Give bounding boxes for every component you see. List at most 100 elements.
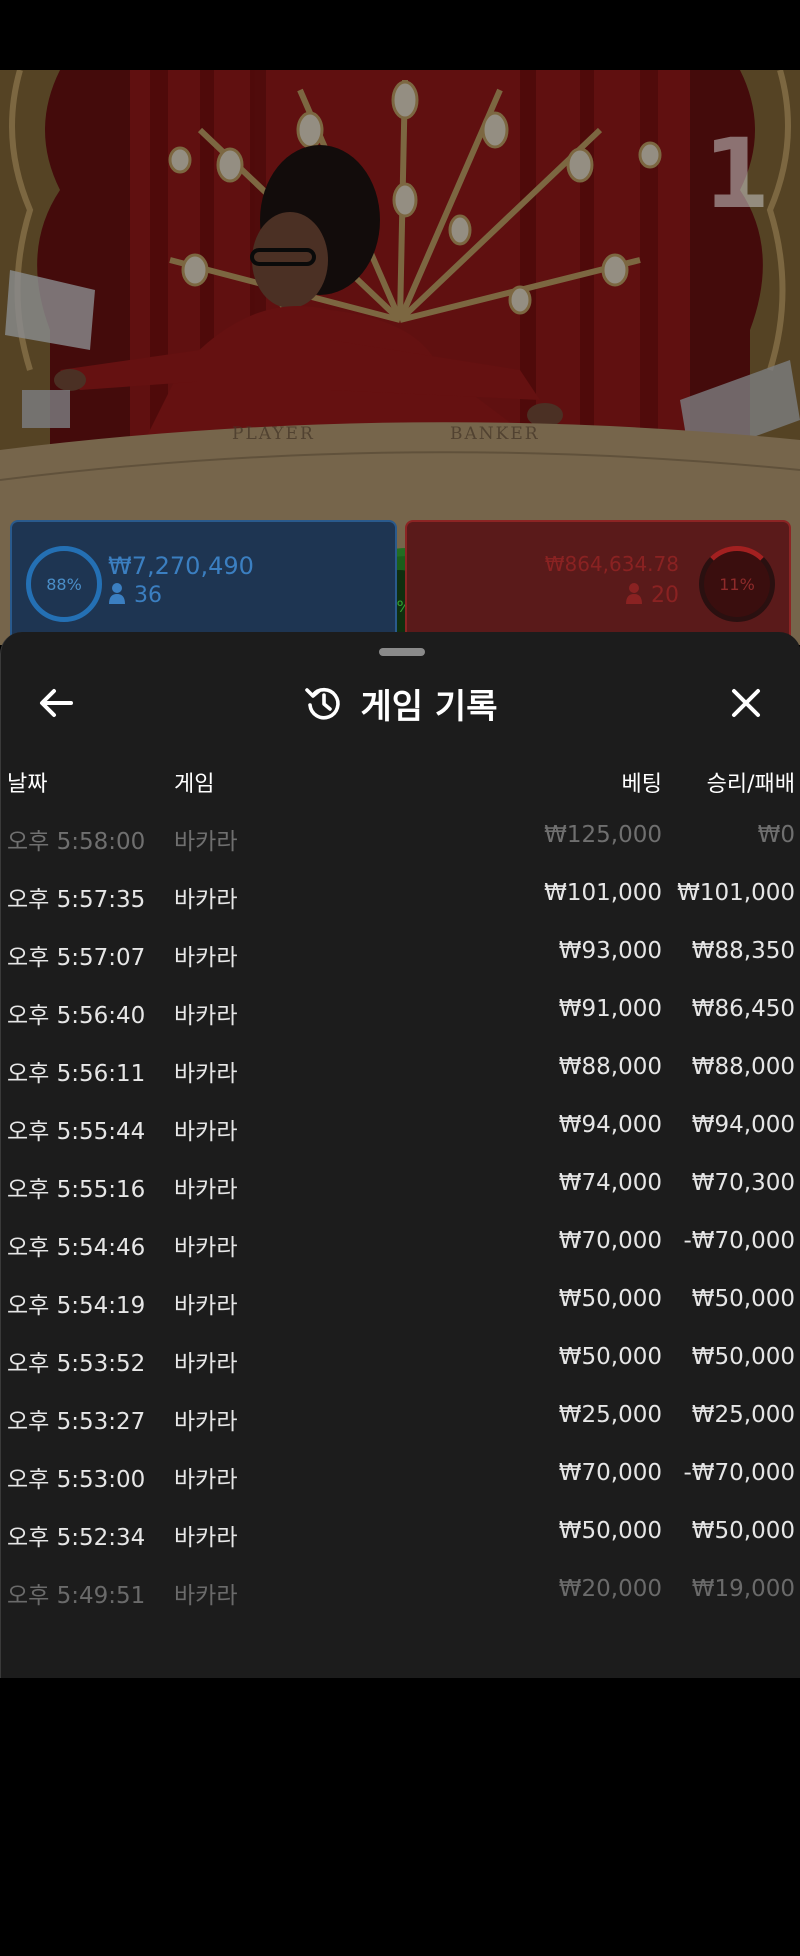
banker-percentage-ring: 11% bbox=[699, 546, 775, 622]
row-bet: ₩125,000 bbox=[544, 822, 662, 848]
history-row[interactable]: 오후 5:55:44 바카라 ₩94,000 ₩94,000 bbox=[1, 1098, 800, 1156]
banker-bettor-count-value: 20 bbox=[651, 583, 679, 608]
row-bet: ₩50,000 bbox=[558, 1344, 662, 1370]
row-game: 바카라 bbox=[174, 1293, 238, 1319]
row-bet: ₩93,000 bbox=[558, 938, 662, 964]
row-result: ₩88,000 bbox=[691, 1054, 795, 1080]
banker-bet-panel[interactable]: ₩864,634.78 20 11% bbox=[405, 520, 791, 644]
row-game: 바카라 bbox=[174, 1583, 238, 1609]
row-bet: ₩101,000 bbox=[544, 880, 662, 906]
player-bettor-count-value: 36 bbox=[134, 583, 162, 608]
row-result: ₩86,450 bbox=[691, 996, 795, 1022]
row-result: ₩70,300 bbox=[691, 1170, 795, 1196]
history-row[interactable]: 오후 5:53:52 바카라 ₩50,000 ₩50,000 bbox=[1, 1330, 800, 1388]
history-clock-icon bbox=[304, 687, 340, 720]
row-game: 바카라 bbox=[174, 1235, 238, 1261]
row-game: 바카라 bbox=[174, 1177, 238, 1203]
row-result: ₩25,000 bbox=[691, 1402, 795, 1428]
row-game: 바카라 bbox=[174, 1351, 238, 1377]
history-list: 오후 5:58:00 바카라 ₩125,000 ₩0 오후 5:57:35 바카라 ₩101… bbox=[1, 808, 800, 1620]
person-icon bbox=[626, 583, 642, 604]
row-date: 오후 5:54:19 bbox=[7, 1293, 146, 1319]
column-header-date: 날짜 bbox=[7, 772, 48, 797]
row-date: 오후 5:49:51 bbox=[7, 1583, 146, 1609]
close-button[interactable] bbox=[725, 682, 767, 724]
app-screen: PLAYER BANKER 1 1% 88% ₩7,270,490 36 ₩86… bbox=[0, 0, 800, 1956]
row-game: 바카라 bbox=[174, 1525, 238, 1551]
row-game: 바카라 bbox=[174, 945, 238, 971]
history-row[interactable]: 오후 5:52:34 바카라 ₩50,000 ₩50,000 bbox=[1, 1504, 800, 1562]
row-bet: ₩91,000 bbox=[558, 996, 662, 1022]
sheet-title-group: 게임 기록 bbox=[1, 668, 800, 738]
player-total-amount: ₩7,270,490 bbox=[108, 552, 254, 580]
row-result: -₩70,000 bbox=[683, 1460, 795, 1486]
history-column-headers: 날짜 게임 베팅 승리/패배 bbox=[1, 760, 800, 800]
row-date: 오후 5:55:16 bbox=[7, 1177, 146, 1203]
history-row[interactable]: 오후 5:58:00 바카라 ₩125,000 ₩0 bbox=[1, 808, 800, 866]
row-bet: ₩94,000 bbox=[558, 1112, 662, 1138]
row-date: 오후 5:54:46 bbox=[7, 1235, 146, 1261]
row-date: 오후 5:52:34 bbox=[7, 1525, 146, 1551]
row-result: ₩19,000 bbox=[691, 1576, 795, 1602]
game-history-sheet: 게임 기록 날짜 게임 베팅 승리/패배 오후 5:58:00 바카라 ₩125,0… bbox=[0, 632, 800, 1678]
row-date: 오후 5:57:35 bbox=[7, 887, 146, 913]
row-result: ₩101,000 bbox=[677, 880, 795, 906]
row-bet: ₩88,000 bbox=[558, 1054, 662, 1080]
history-row[interactable]: 오후 5:53:00 바카라 ₩70,000 -₩70,000 bbox=[1, 1446, 800, 1504]
row-result: ₩50,000 bbox=[691, 1286, 795, 1312]
row-result: ₩0 bbox=[757, 822, 795, 848]
row-date: 오후 5:56:11 bbox=[7, 1061, 146, 1087]
row-date: 오후 5:56:40 bbox=[7, 1003, 146, 1029]
row-bet: ₩20,000 bbox=[558, 1576, 662, 1602]
round-number: 1 bbox=[703, 118, 770, 230]
row-game: 바카라 bbox=[174, 1003, 238, 1029]
back-button[interactable] bbox=[35, 682, 77, 724]
player-bet-panel[interactable]: 88% ₩7,270,490 36 bbox=[10, 520, 397, 644]
row-date: 오후 5:53:27 bbox=[7, 1409, 146, 1435]
column-header-game: 게임 bbox=[174, 772, 215, 797]
row-bet: ₩70,000 bbox=[558, 1228, 662, 1254]
history-row[interactable]: 오후 5:54:46 바카라 ₩70,000 -₩70,000 bbox=[1, 1214, 800, 1272]
row-date: 오후 5:53:00 bbox=[7, 1467, 146, 1493]
row-result: ₩94,000 bbox=[691, 1112, 795, 1138]
row-result: ₩50,000 bbox=[691, 1518, 795, 1544]
history-row[interactable]: 오후 5:49:51 바카라 ₩20,000 ₩19,000 bbox=[1, 1562, 800, 1620]
row-result: ₩50,000 bbox=[691, 1344, 795, 1370]
table-label-banker: BANKER bbox=[450, 424, 540, 444]
close-icon bbox=[732, 689, 760, 717]
row-bet: ₩70,000 bbox=[558, 1460, 662, 1486]
player-bettor-count: 36 bbox=[108, 582, 162, 608]
history-row[interactable]: 오후 5:56:11 바카라 ₩88,000 ₩88,000 bbox=[1, 1040, 800, 1098]
sheet-header: 게임 기록 bbox=[1, 668, 800, 738]
row-result: ₩88,350 bbox=[691, 938, 795, 964]
row-game: 바카라 bbox=[174, 1467, 238, 1493]
arrow-left-icon bbox=[40, 689, 73, 717]
row-bet: ₩25,000 bbox=[558, 1402, 662, 1428]
history-row[interactable]: 오후 5:53:27 바카라 ₩25,000 ₩25,000 bbox=[1, 1388, 800, 1446]
row-bet: ₩50,000 bbox=[558, 1286, 662, 1312]
row-date: 오후 5:57:07 bbox=[7, 945, 146, 971]
row-date: 오후 5:55:44 bbox=[7, 1119, 146, 1145]
history-row[interactable]: 오후 5:54:19 바카라 ₩50,000 ₩50,000 bbox=[1, 1272, 800, 1330]
banker-bettor-count: 20 bbox=[625, 582, 679, 608]
row-bet: ₩74,000 bbox=[558, 1170, 662, 1196]
history-row[interactable]: 오후 5:55:16 바카라 ₩74,000 ₩70,300 bbox=[1, 1156, 800, 1214]
banker-total-amount: ₩864,634.78 bbox=[544, 552, 679, 576]
sheet-title: 게임 기록 bbox=[360, 686, 498, 727]
row-result: -₩70,000 bbox=[683, 1228, 795, 1254]
person-icon bbox=[109, 583, 125, 604]
column-header-bet: 베팅 bbox=[621, 772, 662, 797]
row-game: 바카라 bbox=[174, 1409, 238, 1435]
row-bet: ₩50,000 bbox=[558, 1518, 662, 1544]
history-row[interactable]: 오후 5:57:35 바카라 ₩101,000 ₩101,000 bbox=[1, 866, 800, 924]
row-game: 바카라 bbox=[174, 1061, 238, 1087]
row-game: 바카라 bbox=[174, 1119, 238, 1145]
sheet-drag-handle[interactable] bbox=[379, 648, 425, 656]
row-date: 오후 5:53:52 bbox=[7, 1351, 146, 1377]
history-row[interactable]: 오후 5:56:40 바카라 ₩91,000 ₩86,450 bbox=[1, 982, 800, 1040]
history-row[interactable]: 오후 5:57:07 바카라 ₩93,000 ₩88,350 bbox=[1, 924, 800, 982]
column-header-win-loss: 승리/패배 bbox=[706, 772, 795, 797]
row-game: 바카라 bbox=[174, 829, 238, 855]
row-game: 바카라 bbox=[174, 887, 238, 913]
row-date: 오후 5:58:00 bbox=[7, 829, 146, 855]
